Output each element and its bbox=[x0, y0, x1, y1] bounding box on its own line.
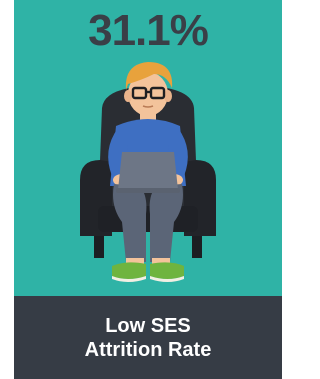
caption-footer: Low SES Attrition Rate bbox=[14, 296, 282, 379]
stat-panel: 31.1% bbox=[14, 0, 282, 296]
person-at-laptop-in-armchair-icon bbox=[80, 62, 216, 282]
stat-card: 31.1% Low SES Attrition Rate bbox=[14, 0, 282, 379]
caption-line-1: Low SES bbox=[105, 314, 191, 337]
caption-line-2: Attrition Rate bbox=[84, 338, 212, 361]
